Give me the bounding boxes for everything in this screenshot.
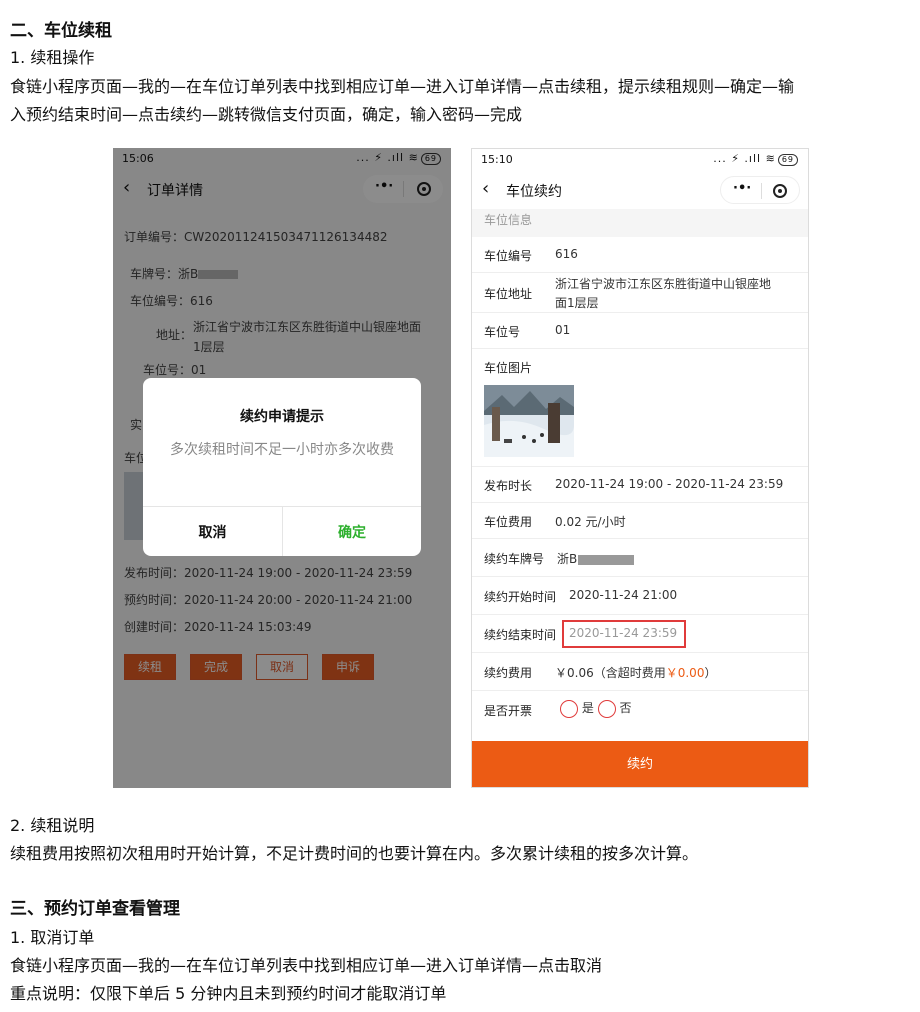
dialog-confirm-button[interactable]: 确定 [283,522,421,542]
invoice-no-label[interactable]: 否 [620,701,632,715]
battery-icon: 69 [777,154,798,166]
overtime-fee: ￥0.00 [665,666,705,680]
row-value: 2020-11-24 21:00 [569,588,678,602]
mini-program-capsule: ·•· [720,176,800,204]
capsule-divider [761,183,762,199]
row-space-number: 车位编号 616 [472,237,808,273]
section2-title: 二、车位续租 [10,21,112,41]
row-renew-fee: 续约费用 ￥0.06（含超时费用￥0.00） [472,653,808,691]
sub2-line1: 续租费用按照初次租用时开始计算，不足计费时间的也要计算在内。多次累计续租的按多次… [10,844,699,863]
row-label: 续约结束时间 [484,628,557,642]
row-label: 是否开票 [484,704,533,718]
sub3-title: 1. 取消订单 [10,928,95,947]
row-space-fee: 车位费用 0.02 元/小时 [472,503,808,539]
signal-icon: ... ⚡ .ıll ≋ 69 [713,152,798,166]
nav-bar: ‹ 车位续约 ·•· [472,171,808,211]
row-value-line2: 面1层层 [555,296,599,310]
invoice-yes-label[interactable]: 是 [582,701,594,715]
dialog-cancel-button[interactable]: 取消 [143,522,282,542]
sub3-line1: 食链小程序页面—我的—在车位订单列表中找到相应订单—进入订单详情—点击取消 [10,956,603,975]
sub1-line1: 食链小程序页面—我的—在车位订单列表中找到相应订单—进入订单详情—点击续租，提示… [10,77,795,96]
row-label: 车位号 [484,325,521,339]
page-title: 车位续约 [506,184,562,200]
row-space-address: 车位地址 浙江省宁波市江东区东胜街道中山银座地 面1层层 [472,273,808,313]
renew-form-screenshot: 15:10 ... ⚡ .ıll ≋ 69 ‹ 车位续约 ·•· 车位信息 车位编… [471,148,809,788]
sub3-line2: 重点说明：仅限下单后 5 分钟内且未到预约时间才能取消订单 [10,984,447,1003]
row-label: 车位图片 [484,361,533,375]
renew-rule-dialog: 续约申请提示 多次续租时间不足一小时亦多次收费 取消 确定 [143,378,421,556]
row-label: 发布时长 [484,479,533,493]
status-bar: 15:10 ... ⚡ .ıll ≋ 69 [472,149,808,171]
row-label: 续约车牌号 [484,552,545,566]
more-icon[interactable]: ·•· [733,181,751,196]
row-value: ￥0.06（含超时费用￥0.00） [555,666,717,680]
row-label: 续约费用 [484,666,533,680]
row-value: 浙江省宁波市江东区东胜街道中山银座地 [555,277,772,291]
row-renew-start: 续约开始时间 2020-11-24 21:00 [472,577,808,615]
renew-submit-button[interactable]: 续约 [472,741,808,787]
row-publish-duration: 发布时长 2020-11-24 19:00 - 2020-11-24 23:59 [472,467,808,503]
row-label: 续约开始时间 [484,590,557,604]
row-value: 浙B [557,550,635,567]
back-icon[interactable]: ‹ [482,178,489,199]
order-detail-screenshot: 15:06 ... ⚡ .ıll ≋ 69 ‹ 订单详情 ·•· 订单编号：CW2… [113,148,451,788]
row-value: 616 [555,247,578,261]
sub1-line2: 入预约结束时间—点击续约—跳转微信支付页面，确定，输入密码—完成 [10,105,523,124]
invoice-options: 是 否 [560,699,632,718]
row-value: 01 [555,323,571,337]
row-value: 0.02 元/小时 [555,515,626,529]
row-renew-plate: 续约车牌号 浙B [472,539,808,577]
row-label: 车位地址 [484,287,533,301]
row-label: 车位编号 [484,249,533,263]
dialog-message: 多次续租时间不足一小时亦多次收费 [170,442,394,458]
section-label: 车位信息 [484,213,533,227]
invoice-no-radio[interactable] [597,699,616,718]
row-space-num: 车位号 01 [472,313,808,349]
space-photo [484,385,574,457]
sub1-title: 1. 续租操作 [10,48,95,67]
section3-title: 三、预约订单查看管理 [10,899,180,919]
dialog-title: 续约申请提示 [240,409,324,425]
row-value: 2020-11-24 19:00 - 2020-11-24 23:59 [555,477,784,491]
invoice-yes-radio[interactable] [560,699,578,718]
highlight-box [562,620,686,648]
row-invoice: 是否开票 是 否 [472,691,808,729]
sub2-title: 2. 续租说明 [10,816,95,835]
row-label: 车位费用 [484,515,533,529]
close-mini-program-icon[interactable] [773,184,787,198]
status-time: 15:10 [481,153,513,166]
redacted-plate [578,554,635,565]
